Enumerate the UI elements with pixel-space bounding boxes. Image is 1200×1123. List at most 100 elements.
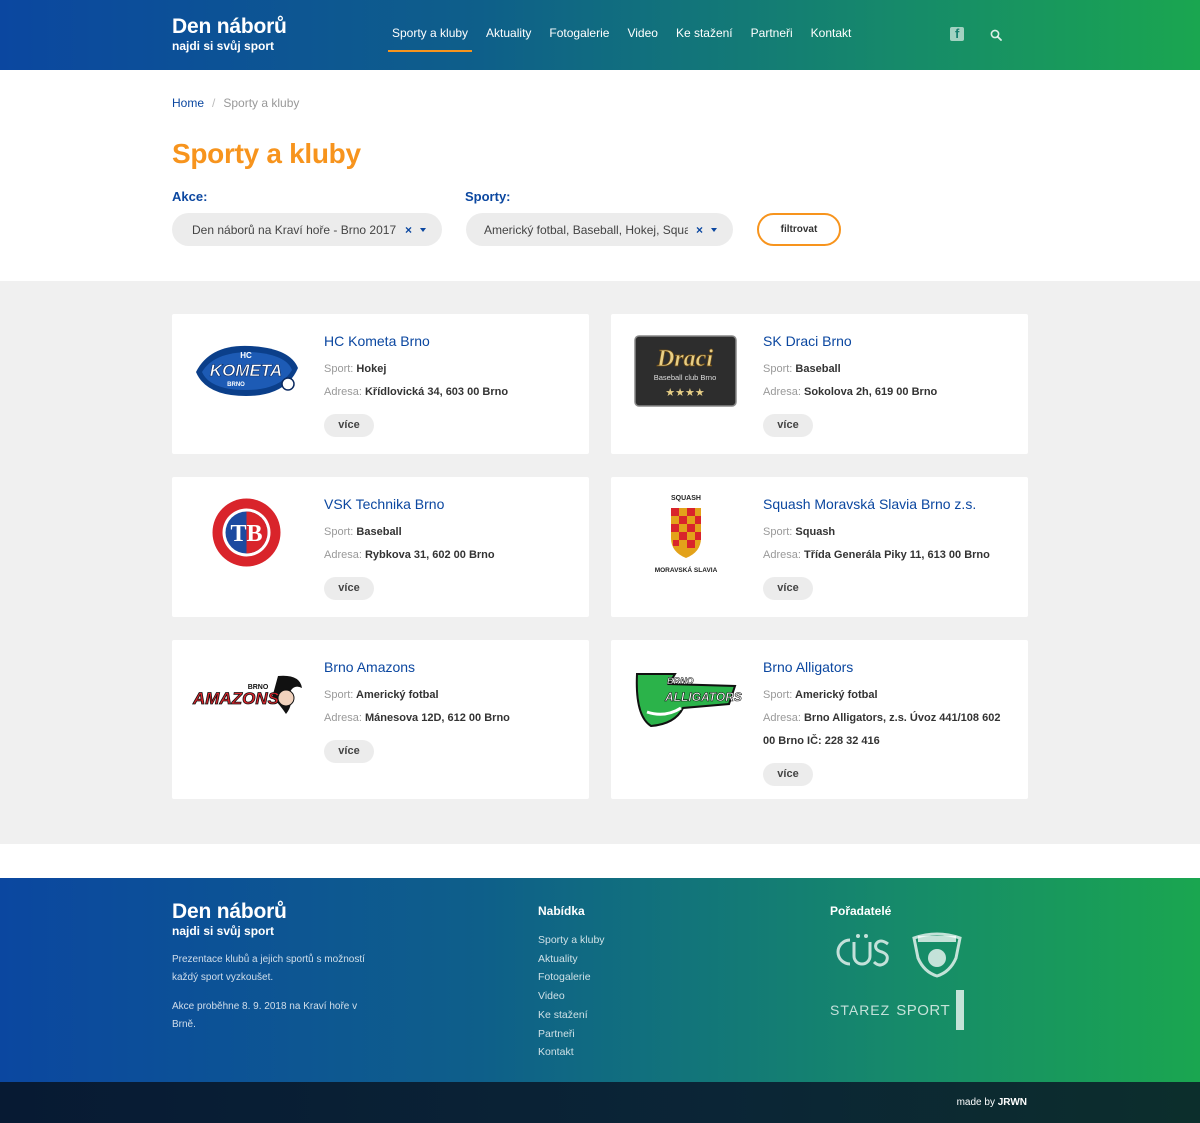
kometa-logo-text-2: KOMETA xyxy=(210,361,282,380)
akce-chevron-down-icon[interactable] xyxy=(420,227,426,232)
club-logo-squash[interactable]: SQUASH MORAVSKÁ SLAVIA xyxy=(629,495,742,574)
breadcrumb-current: Sporty a kluby xyxy=(223,96,300,110)
draci-logo-text-2: Baseball club Brno xyxy=(654,373,717,382)
made-by[interactable]: made by JRWN xyxy=(957,1097,1027,1108)
club-sport-value: Squash xyxy=(795,526,836,538)
club-address-value: Křídlovická 34, 603 00 Brno xyxy=(364,386,509,398)
club-address: Adresa: Křídlovická 34, 603 00 Brno xyxy=(324,381,573,404)
breadcrumb-home[interactable]: Home xyxy=(172,96,204,110)
club-sport: Sport: Americký fotbal xyxy=(763,684,1012,707)
club-card: HC KOMETA BRNO HC Kometa Brno Sport: Hok… xyxy=(172,314,589,454)
footer-description: Prezentace klubů a jejich sportů s možno… xyxy=(172,951,382,1045)
footer-link-aktuality[interactable]: Aktuality xyxy=(538,950,605,969)
sporty-select[interactable]: Americký fotbal, Baseball, Hokej, Squash… xyxy=(466,213,733,246)
filter-button[interactable]: filtrovat xyxy=(757,213,841,246)
club-more-button[interactable]: více xyxy=(324,740,374,763)
club-card: SQUASH MORAVSKÁ SLAVIA Squash Moravská S… xyxy=(611,477,1028,617)
nav-item-ke-stazeni[interactable]: Ke stažení xyxy=(676,26,733,46)
sport-logo-text: SPORT xyxy=(896,1001,951,1019)
club-name[interactable]: Brno Alligators xyxy=(763,659,1012,675)
club-address-label: Adresa: xyxy=(324,386,362,398)
club-sport: Sport: Hokej xyxy=(324,358,573,381)
club-sport-value: Baseball xyxy=(795,363,841,375)
club-logo-kometa[interactable]: HC KOMETA BRNO xyxy=(190,332,303,407)
club-name[interactable]: Brno Amazons xyxy=(324,659,573,675)
club-sport: Sport: Americký fotbal xyxy=(324,684,573,707)
footer-desc-2: Akce proběhne 8. 9. 2018 na Kraví hoře v… xyxy=(172,1001,358,1030)
footer-link-ke-stazeni[interactable]: Ke stažení xyxy=(538,1006,605,1025)
sport-club-logo[interactable] xyxy=(910,928,964,978)
club-more-button[interactable]: více xyxy=(763,763,813,786)
club-more-button[interactable]: více xyxy=(763,577,813,600)
starez-logo-text: STAREZ xyxy=(830,1002,891,1018)
club-logo-technika[interactable]: TB xyxy=(190,495,303,570)
club-sport-value: Hokej xyxy=(356,363,387,375)
site-logo[interactable]: Den náborů najdi si svůj sport xyxy=(172,15,287,53)
club-name[interactable]: HC Kometa Brno xyxy=(324,333,573,349)
squash-logo-text-2: MORAVSKÁ SLAVIA xyxy=(654,565,717,574)
club-address-value: Rybkova 31, 602 00 Brno xyxy=(364,549,495,561)
alligators-logo-text-2: ALLIGATORS xyxy=(664,690,742,704)
club-logo-alligators[interactable]: BRNO ALLIGATORS xyxy=(629,658,742,733)
brand-title: Den náborů xyxy=(172,15,287,38)
club-name[interactable]: SK Draci Brno xyxy=(763,333,1012,349)
club-card: BRNO ALLIGATORS Brno Alligators Sport: A… xyxy=(611,640,1028,799)
club-address-value: Třída Generála Piky 11, 613 00 Brno xyxy=(803,549,990,561)
club-address: Adresa: Třída Generála Piky 11, 613 00 B… xyxy=(763,544,1012,567)
facebook-icon[interactable] xyxy=(950,26,964,41)
draci-logo-stars: ★★★★ xyxy=(665,386,705,399)
club-more-button[interactable]: více xyxy=(324,414,374,437)
squash-logo-text-1: SQUASH xyxy=(671,495,701,502)
club-more-button[interactable]: více xyxy=(763,414,813,437)
sporty-chevron-down-icon[interactable] xyxy=(711,227,717,232)
club-address: Adresa: Rybkova 31, 602 00 Brno xyxy=(324,544,573,567)
akce-clear-icon[interactable]: × xyxy=(405,223,412,237)
club-sport-value: Americký fotbal xyxy=(356,689,439,701)
akce-select-value: Den náborů na Kraví hoře - Brno 2017 xyxy=(192,222,397,237)
footer-link-kontakt[interactable]: Kontakt xyxy=(538,1043,605,1062)
site-header: Den náborů najdi si svůj sport Sporty a … xyxy=(0,0,1200,70)
nav-item-fotogalerie[interactable]: Fotogalerie xyxy=(549,26,609,46)
footer-link-video[interactable]: Video xyxy=(538,987,605,1006)
club-sport-label: Sport: xyxy=(324,526,354,538)
kometa-logo-text-3: BRNO xyxy=(227,382,245,388)
club-info: Brno Amazons Sport: Americký fotbal Adre… xyxy=(324,659,573,763)
draci-logo-text-1: Draci xyxy=(656,346,713,372)
starez-logo-bar xyxy=(956,990,965,1030)
club-logo-draci[interactable]: Draci Baseball club Brno ★★★★ xyxy=(629,332,742,407)
club-sport-label: Sport: xyxy=(763,689,793,701)
main-nav: Sporty a kluby Aktuality Fotogalerie Vid… xyxy=(387,26,869,52)
made-by-name: JRWN xyxy=(997,1097,1027,1108)
starez-sport-logo[interactable]: STAREZ SPORT xyxy=(830,990,965,1030)
sporty-label: Sporty: xyxy=(465,189,511,204)
footer-link-fotogalerie[interactable]: Fotogalerie xyxy=(538,968,605,987)
nav-item-video[interactable]: Video xyxy=(627,26,657,46)
club-logo-amazons[interactable]: BRNO AMAZONS xyxy=(190,658,303,733)
footer-link-sporty-a-kluby[interactable]: Sporty a kluby xyxy=(538,931,605,950)
club-card: Draci Baseball club Brno ★★★★ SK Draci B… xyxy=(611,314,1028,454)
footer-brand-title: Den náborů xyxy=(172,900,287,923)
club-name[interactable]: VSK Technika Brno xyxy=(324,496,573,512)
club-address-label: Adresa: xyxy=(763,549,801,561)
club-address-label: Adresa: xyxy=(324,712,362,724)
search-icon[interactable] xyxy=(990,29,1002,41)
cus-logo[interactable] xyxy=(830,928,894,974)
bottom-bar: made by JRWN xyxy=(0,1082,1200,1123)
club-more-button[interactable]: více xyxy=(324,577,374,600)
nav-item-aktuality[interactable]: Aktuality xyxy=(486,26,531,46)
akce-select[interactable]: Den náborů na Kraví hoře - Brno 2017 × xyxy=(172,213,442,246)
footer-organizers-title: Pořadatelé xyxy=(830,904,892,918)
footer-link-partneri[interactable]: Partneři xyxy=(538,1025,605,1044)
nav-item-kontakt[interactable]: Kontakt xyxy=(811,26,852,46)
club-address-value: Sokolova 2h, 619 00 Brno xyxy=(803,386,938,398)
club-sport-label: Sport: xyxy=(324,689,354,701)
club-sport: Sport: Baseball xyxy=(763,358,1012,381)
breadcrumb: Home / Sporty a kluby xyxy=(172,96,299,110)
nav-item-sporty-a-kluby[interactable]: Sporty a kluby xyxy=(387,26,473,52)
club-name[interactable]: Squash Moravská Slavia Brno z.s. xyxy=(763,496,1012,512)
sporty-clear-icon[interactable]: × xyxy=(696,223,703,237)
nav-item-partneri[interactable]: Partneři xyxy=(751,26,793,46)
club-sport-value: Americký fotbal xyxy=(795,689,878,701)
club-info: SK Draci Brno Sport: Baseball Adresa: So… xyxy=(763,333,1012,437)
footer-logo[interactable]: Den náborů najdi si svůj sport xyxy=(172,900,287,938)
